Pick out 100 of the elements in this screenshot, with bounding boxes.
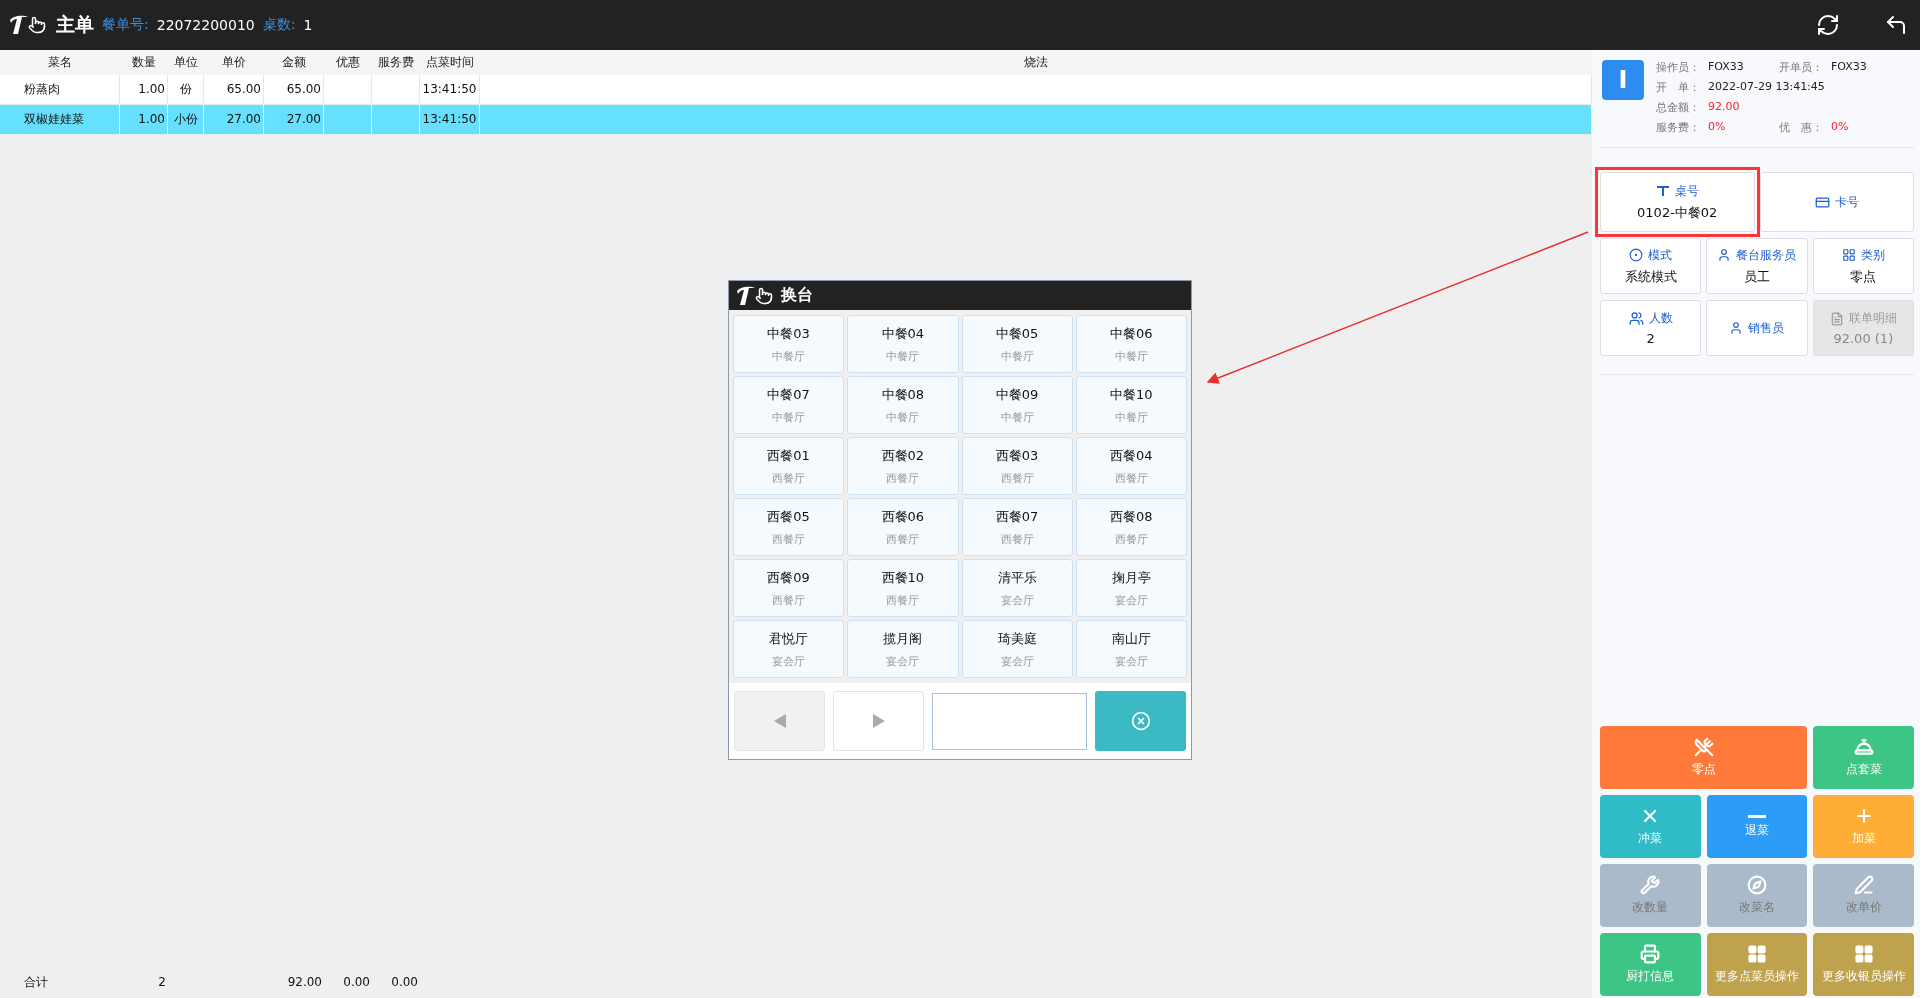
table-tile[interactable]: 中餐05 中餐厅 (961, 315, 1073, 373)
food-cover-icon (1853, 737, 1874, 757)
table-tile[interactable]: 中餐08 中餐厅 (847, 376, 959, 434)
table-count: 1 (303, 17, 313, 33)
printer-icon (1640, 944, 1661, 964)
back-arrow-icon (1884, 13, 1908, 37)
info-button[interactable]: 销售员 (1706, 300, 1808, 356)
table-tile[interactable]: 揽月阁 宴会厅 (847, 620, 959, 678)
clear-icon (1130, 711, 1151, 731)
table-tile[interactable]: 中餐07 中餐厅 (733, 376, 845, 434)
column-header: 点菜时间 (420, 50, 480, 75)
table-tile[interactable]: 中餐10 中餐厅 (1075, 376, 1187, 434)
column-header: 单价 (204, 50, 264, 75)
table-cell: 粉蒸肉 (0, 75, 120, 104)
grid-icon (1853, 944, 1874, 964)
table-tile[interactable]: 琦美庭 宴会厅 (961, 620, 1073, 678)
table-tile[interactable]: 西餐04 西餐厅 (1075, 437, 1187, 495)
total-service-fee: 0.00 (390, 975, 419, 989)
info-value: FOX33 (1831, 60, 1867, 75)
table-count-label: 桌数: (262, 16, 296, 34)
column-header: 金额 (264, 50, 324, 75)
table-cell: 双椒娃娃菜 (0, 105, 120, 134)
ring-icon (1629, 248, 1644, 262)
table-cell: 27.00 (264, 105, 324, 134)
info-button[interactable]: 餐台服务员 员工 (1706, 238, 1808, 294)
table-icon (1655, 184, 1670, 198)
order-number-label: 餐单号: (102, 16, 149, 34)
info-label: 开单员： (1779, 60, 1823, 75)
info-button[interactable]: 模式 系统模式 (1600, 238, 1702, 294)
table-tile[interactable]: 中餐09 中餐厅 (961, 376, 1073, 434)
table-tile[interactable]: 西餐08 西餐厅 (1075, 498, 1187, 556)
table-tile[interactable]: 清平乐 宴会厅 (961, 559, 1073, 617)
column-header: 数量 (120, 50, 168, 75)
minus-icon (1748, 814, 1766, 818)
search-field[interactable] (932, 692, 1088, 750)
table-tile[interactable]: 西餐09 西餐厅 (733, 559, 845, 617)
info-value: 2022-07-29 13:41:45 (1708, 80, 1825, 95)
grid-icon (1841, 248, 1856, 262)
column-header: 菜名 (0, 50, 120, 75)
table-cell: 1.00 (120, 75, 168, 104)
cutlery-icon (1693, 737, 1714, 757)
total-quantity: 2 (157, 975, 167, 989)
document-icon (1829, 311, 1844, 326)
table-cell: 1.00 (120, 105, 168, 134)
compass-icon (1747, 875, 1767, 895)
table-tile[interactable]: 西餐01 西餐厅 (733, 437, 845, 495)
info-label: 开 单： (1656, 80, 1700, 95)
table-cell: 65.00 (264, 75, 324, 104)
column-header: 服务费 (372, 50, 420, 75)
table-tile[interactable]: 西餐06 西餐厅 (847, 498, 959, 556)
table-tile[interactable]: 西餐05 西餐厅 (733, 498, 845, 556)
logo-icon (8, 14, 48, 36)
table-tile[interactable]: 南山厅 宴会厅 (1075, 620, 1187, 678)
table-tile[interactable]: 西餐03 西餐厅 (961, 437, 1073, 495)
page-title: 主单 (56, 12, 94, 37)
clear-button[interactable] (1095, 691, 1186, 751)
table-tile[interactable]: 西餐10 西餐厅 (847, 559, 959, 617)
order-row[interactable]: 双椒娃娃菜 1.00 小份 27.00 27.00 13:41:50 (0, 105, 1592, 135)
table-tile[interactable]: 中餐03 中餐厅 (733, 315, 845, 373)
table-cell: 13:41:50 (420, 105, 480, 134)
left-triangle-icon (773, 714, 786, 728)
table-cell: 13:41:50 (420, 75, 480, 104)
next-page-button[interactable] (833, 691, 925, 751)
refresh-icon (1816, 13, 1840, 37)
column-header: 烧法 (480, 50, 1592, 75)
info-button[interactable]: 桌号 0102-中餐02 (1600, 172, 1755, 232)
column-header: 单位 (168, 50, 204, 75)
info-label: 操作员： (1656, 60, 1700, 75)
avatar-badge: I (1602, 60, 1644, 100)
table-tile[interactable]: 掬月亭 宴会厅 (1075, 559, 1187, 617)
user-icon (1717, 248, 1732, 262)
table-cell: 份 (168, 75, 204, 104)
table-tile[interactable]: 西餐07 西餐厅 (961, 498, 1073, 556)
info-value: 0% (1708, 120, 1726, 135)
total-amount: 92.00 (286, 975, 323, 989)
order-row[interactable]: 粉蒸肉 1.00 份 65.00 65.00 13:41:50 (0, 75, 1592, 105)
table-tile[interactable]: 君悦厅 宴会厅 (733, 620, 845, 678)
info-button[interactable]: 类别 零点 (1812, 238, 1914, 294)
total-label: 合计 (23, 973, 49, 991)
logo-icon (735, 284, 775, 307)
table-cell: 65.00 (204, 75, 264, 104)
info-value: FOX33 (1708, 60, 1744, 75)
table-cell: 小份 (168, 105, 204, 134)
grid-icon (1747, 944, 1767, 964)
order-number: 22072200010 (156, 17, 255, 33)
info-button[interactable]: 人数 2 (1600, 300, 1702, 356)
table-tile[interactable]: 中餐06 中餐厅 (1075, 315, 1187, 373)
info-label: 服务费： (1656, 120, 1700, 135)
wrench-icon (1640, 875, 1661, 895)
user-icon (1729, 321, 1744, 335)
table-tile[interactable]: 中餐04 中餐厅 (847, 315, 959, 373)
info-value: 0% (1831, 120, 1849, 135)
users-icon (1628, 311, 1644, 326)
info-label: 总金额： (1656, 100, 1700, 115)
table-tile[interactable]: 西餐02 西餐厅 (847, 437, 959, 495)
column-header: 优惠 (324, 50, 372, 75)
pen-icon (1853, 875, 1874, 895)
total-discount: 0.00 (342, 975, 371, 989)
info-button[interactable]: 卡号 (1759, 172, 1914, 232)
info-value: 92.00 (1708, 100, 1740, 115)
